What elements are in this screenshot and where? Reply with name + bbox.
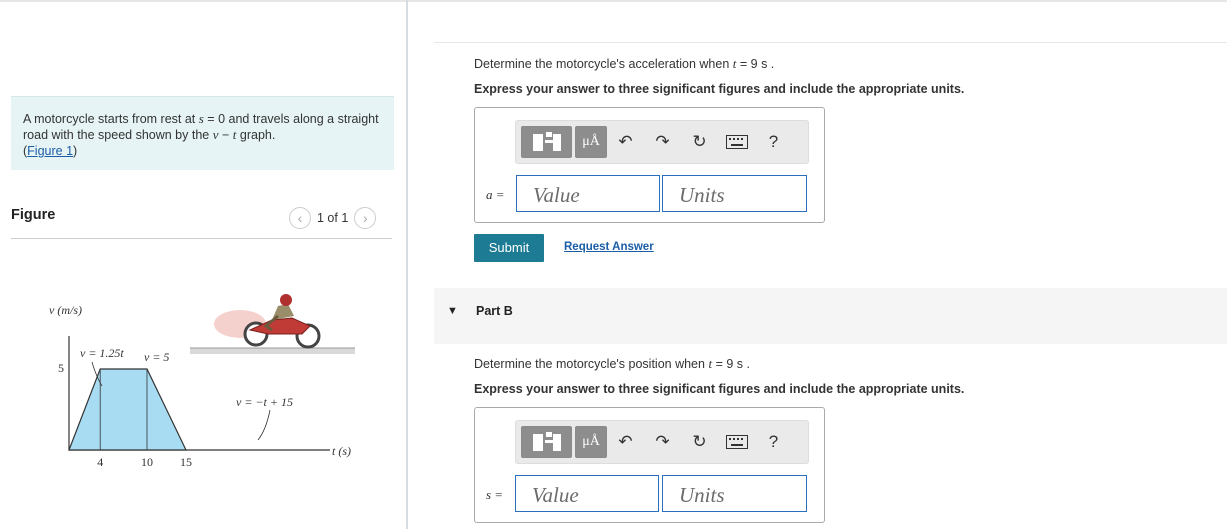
part-a-label: a = bbox=[486, 187, 505, 202]
redo-icon[interactable]: ↷ bbox=[644, 426, 681, 458]
units-button[interactable]: μÅ bbox=[575, 126, 607, 158]
part-a-question-text: Determine the motorcycle's acceleration … bbox=[474, 57, 730, 71]
reset-icon[interactable]: ↻ bbox=[681, 126, 718, 158]
part-a-units-input[interactable]: Units bbox=[662, 175, 807, 212]
part-a-value-input[interactable]: Value bbox=[516, 175, 660, 212]
help-icon[interactable]: ? bbox=[755, 126, 792, 158]
help-icon[interactable]: ? bbox=[755, 426, 792, 458]
prev-figure-button[interactable]: ‹ bbox=[289, 207, 311, 229]
part-b-answer-box: μÅ ↶ ↷ ↻ ? s = Value Units bbox=[474, 407, 825, 523]
part-b-label: s = bbox=[486, 487, 504, 502]
road bbox=[190, 348, 355, 354]
pager-text: 1 of 1 bbox=[317, 211, 349, 225]
keyboard-icon[interactable] bbox=[718, 126, 755, 158]
chevron-left-icon: ‹ bbox=[297, 210, 303, 226]
right-panel: Determine the motorcycle's acceleration … bbox=[434, 0, 1227, 529]
chevron-right-icon: › bbox=[362, 210, 368, 226]
part-a-toolbar: μÅ ↶ ↷ ↻ ? bbox=[515, 120, 809, 164]
templates-button[interactable] bbox=[521, 426, 572, 458]
part-b-question-value: = 9 s . bbox=[715, 357, 750, 371]
part-b-title: Part B bbox=[476, 304, 513, 318]
part-a-var: t bbox=[732, 56, 737, 71]
part-b-question-text: Determine the motorcycle's position when bbox=[474, 357, 705, 371]
x-tick-4: 4 bbox=[97, 455, 103, 469]
part-b-instruction: Express your answer to three significant… bbox=[474, 382, 965, 396]
x-tick-10: 10 bbox=[141, 455, 153, 469]
figure-pager: ‹ 1 of 1 › bbox=[289, 207, 377, 229]
templates-button[interactable] bbox=[521, 126, 572, 158]
part-b-value-input[interactable]: Value bbox=[515, 475, 659, 512]
keyboard-icon[interactable] bbox=[718, 426, 755, 458]
templates-icon bbox=[532, 432, 561, 451]
part-a-instruction: Express your answer to three significant… bbox=[474, 82, 965, 96]
part-b-units-input[interactable]: Units bbox=[662, 475, 807, 512]
part-b-toolbar: μÅ ↶ ↷ ↻ ? bbox=[515, 420, 809, 464]
problem-text-3: graph. bbox=[239, 128, 276, 142]
problem-var-v: v bbox=[212, 127, 219, 142]
eq-decel-label: v = −t + 15 bbox=[236, 395, 293, 409]
panel-divider bbox=[406, 0, 408, 529]
part-b-var: t bbox=[708, 356, 713, 371]
part-a-question: Determine the motorcycle's acceleration … bbox=[474, 56, 774, 72]
eq-accel-label: v = 1.25t bbox=[80, 346, 124, 360]
top-rule-right bbox=[434, 42, 1227, 43]
problem-statement: A motorcycle starts from rest at s = 0 a… bbox=[11, 96, 394, 170]
x-tick-15: 15 bbox=[180, 455, 192, 469]
part-b-header[interactable]: ▼ Part B bbox=[434, 288, 1227, 344]
figure-rule bbox=[11, 238, 392, 239]
templates-icon bbox=[532, 132, 561, 151]
part-b-question: Determine the motorcycle's position when… bbox=[474, 356, 750, 372]
x-axis-label: t (s) bbox=[332, 444, 351, 458]
undo-icon[interactable]: ↶ bbox=[607, 426, 644, 458]
figure-link[interactable]: Figure 1 bbox=[27, 144, 73, 158]
y-axis-label: v (m/s) bbox=[49, 303, 82, 317]
velocity-profile-area bbox=[68, 368, 187, 451]
motorcycle-rider-illustration bbox=[214, 294, 321, 349]
units-button[interactable]: μÅ bbox=[575, 426, 607, 458]
y-tick-5: 5 bbox=[58, 361, 64, 375]
figure-title: Figure bbox=[11, 207, 56, 223]
problem-var-t: t bbox=[232, 127, 237, 142]
rider-helmet bbox=[280, 294, 292, 306]
left-panel: A motorcycle starts from rest at s = 0 a… bbox=[0, 0, 407, 529]
request-answer-link[interactable]: Request Answer bbox=[564, 241, 654, 253]
submit-button[interactable]: Submit bbox=[474, 234, 544, 262]
eq-decel-pointer bbox=[257, 409, 271, 441]
part-a-answer-box: μÅ ↶ ↷ ↻ ? a = Value Units bbox=[474, 107, 825, 223]
velocity-time-graph: v (m/s) 5 4 10 15 t (s) v = 1.25t v = 5 … bbox=[49, 294, 355, 469]
collapse-triangle-icon: ▼ bbox=[447, 305, 458, 317]
undo-icon[interactable]: ↶ bbox=[607, 126, 644, 158]
problem-var-s: s bbox=[198, 111, 204, 126]
reset-icon[interactable]: ↻ bbox=[681, 426, 718, 458]
eq-const-label: v = 5 bbox=[144, 350, 169, 364]
redo-icon[interactable]: ↷ bbox=[644, 126, 681, 158]
paren-close: ) bbox=[73, 144, 78, 158]
next-figure-button[interactable]: › bbox=[354, 207, 377, 229]
problem-text-1: A motorcycle starts from rest at bbox=[23, 112, 196, 126]
problem-dash: − bbox=[221, 128, 230, 142]
part-a-question-value: = 9 s . bbox=[739, 57, 775, 71]
